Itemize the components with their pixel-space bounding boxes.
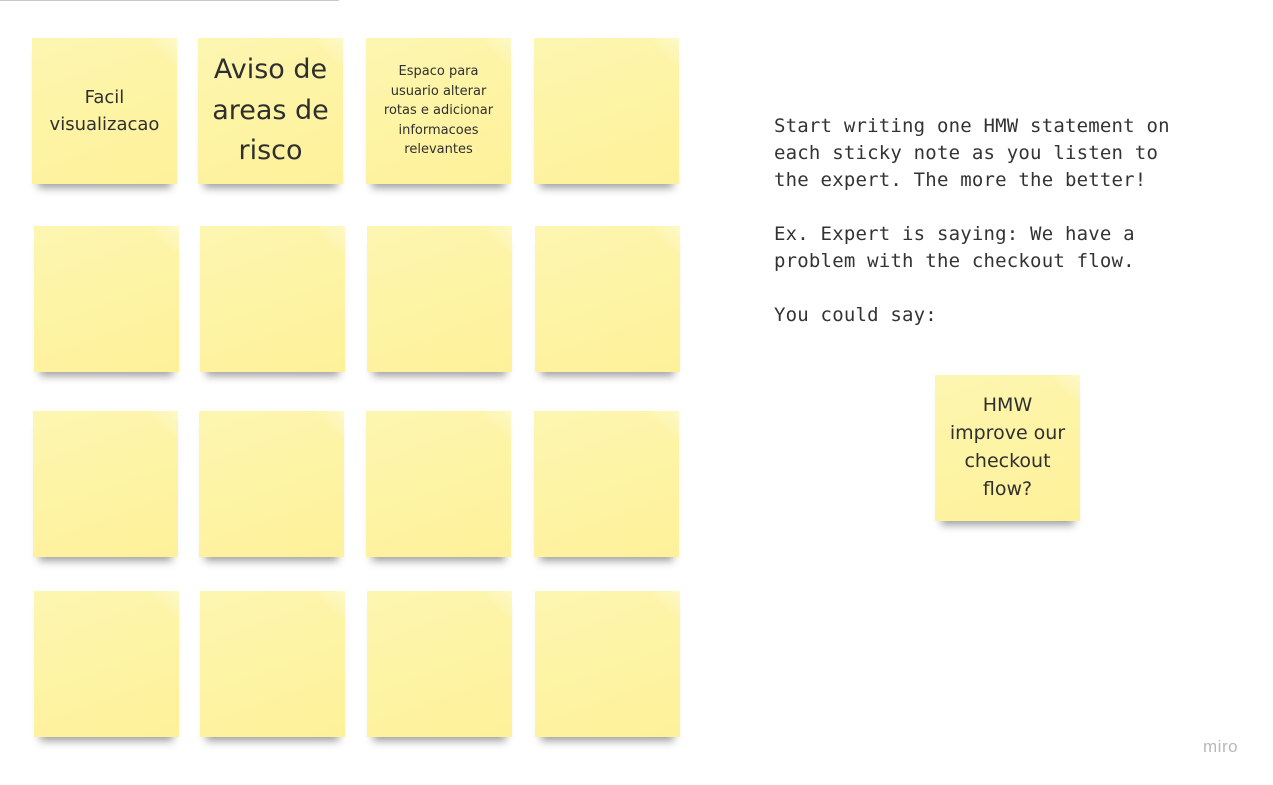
- instructions-paragraph: Ex. Expert is saying: We have a problem …: [774, 223, 1135, 272]
- sticky-note[interactable]: [200, 226, 345, 372]
- sticky-note[interactable]: [535, 591, 680, 737]
- sticky-note[interactable]: Espaco para usuario alterar rotas e adic…: [366, 38, 511, 184]
- instructions-paragraph: You could say:: [774, 304, 937, 326]
- sticky-note[interactable]: [534, 38, 679, 184]
- sticky-note-text: Facil visualizacao: [49, 87, 160, 135]
- sticky-note[interactable]: [33, 411, 178, 557]
- miro-logo: miro: [1203, 737, 1239, 756]
- example-sticky-note-text: HMW improve our checkout flow?: [949, 394, 1066, 500]
- sticky-note[interactable]: [367, 591, 512, 737]
- instructions-text: Start writing one HMW statement on each …: [774, 113, 1204, 356]
- sticky-note[interactable]: [534, 411, 679, 557]
- sticky-note[interactable]: [366, 411, 511, 557]
- sticky-note[interactable]: [535, 226, 680, 372]
- sticky-note[interactable]: [199, 411, 344, 557]
- sticky-note-text: Aviso de areas de risco: [212, 54, 329, 167]
- sticky-note[interactable]: Aviso de areas de risco: [198, 38, 343, 184]
- sticky-note[interactable]: [34, 591, 179, 737]
- sticky-note-text: Espaco para usuario alterar rotas e adic…: [383, 64, 494, 158]
- sticky-note[interactable]: [367, 226, 512, 372]
- sticky-note[interactable]: [34, 226, 179, 372]
- top-divider: [0, 0, 339, 1]
- sticky-note[interactable]: Facil visualizacao: [32, 38, 177, 184]
- sticky-note[interactable]: [200, 591, 345, 737]
- instructions-paragraph: Start writing one HMW statement on each …: [774, 115, 1170, 191]
- example-sticky-note[interactable]: HMW improve our checkout flow?: [935, 375, 1080, 521]
